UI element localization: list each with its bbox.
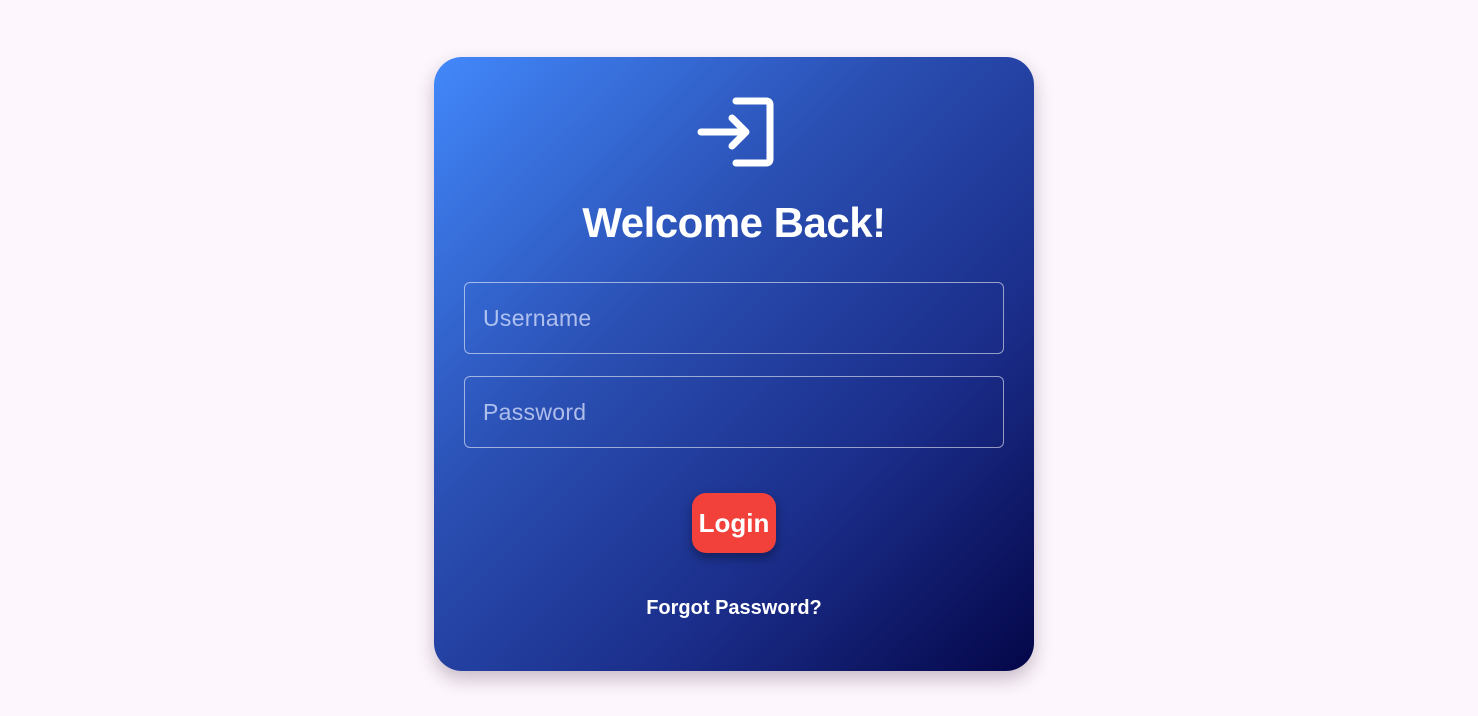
- login-button[interactable]: Login: [692, 493, 776, 553]
- login-card: Welcome Back! Login Forgot Password?: [434, 57, 1034, 671]
- forgot-password-link[interactable]: Forgot Password?: [434, 595, 1034, 621]
- login-icon: [696, 97, 774, 167]
- password-input[interactable]: [464, 376, 1004, 448]
- page-title: Welcome Back!: [582, 199, 886, 246]
- username-input[interactable]: [464, 282, 1004, 354]
